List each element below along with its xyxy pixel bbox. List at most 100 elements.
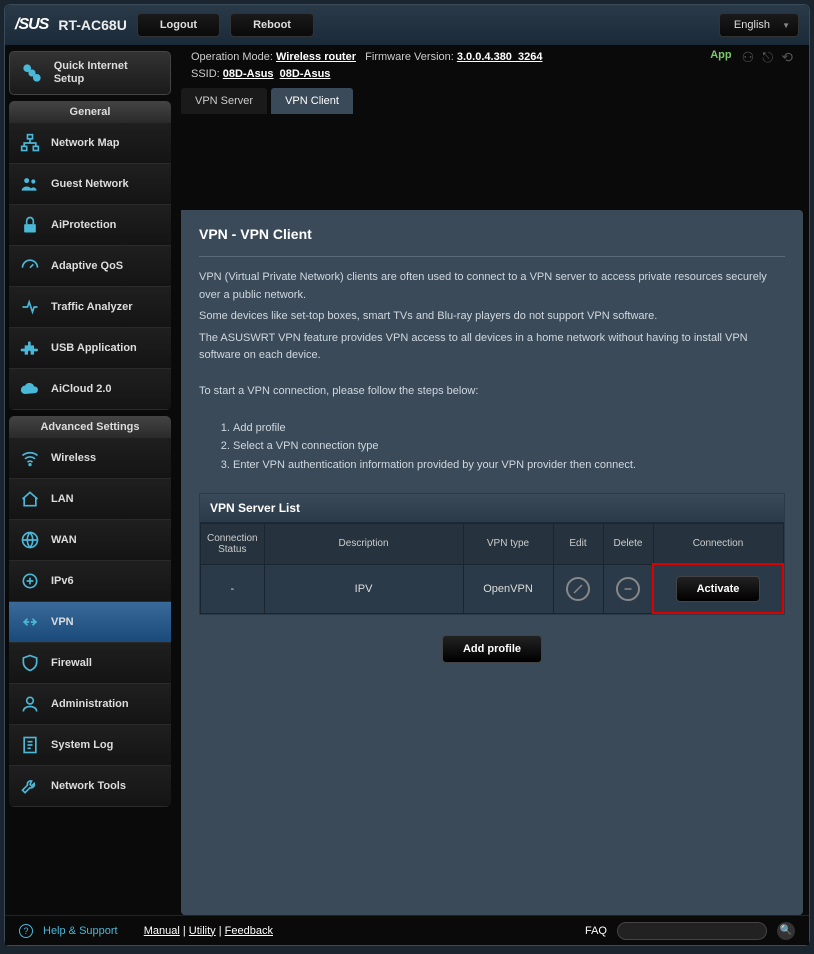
- th-type: VPN type: [463, 523, 553, 564]
- nav-advanced: Advanced Settings Wireless LAN WAN IPv6: [9, 416, 171, 807]
- faq-label: FAQ: [585, 925, 607, 937]
- log-icon: [19, 734, 41, 756]
- main-panel: VPN - VPN Client VPN (Virtual Private Ne…: [181, 210, 803, 915]
- nav-label: Adaptive QoS: [51, 260, 123, 272]
- lock-icon: [19, 214, 41, 236]
- nav-label: Guest Network: [51, 178, 129, 190]
- ssid1-link[interactable]: 08D-Asus: [223, 68, 274, 80]
- step-item: Select a VPN connection type: [233, 437, 785, 456]
- reboot-button[interactable]: Reboot: [230, 13, 314, 37]
- steps-intro: To start a VPN connection, please follow…: [199, 383, 785, 401]
- step-item: Add profile: [233, 419, 785, 438]
- sidebar-item-guest-network[interactable]: Guest Network: [9, 164, 171, 205]
- traffic-icon: [19, 296, 41, 318]
- add-profile-button[interactable]: Add profile: [442, 635, 542, 663]
- th-delete: Delete: [603, 523, 653, 564]
- activate-button[interactable]: Activate: [676, 576, 761, 602]
- quick-internet-setup[interactable]: Quick Internet Setup: [9, 51, 171, 95]
- nav-general: General Network Map Guest Network AiProt…: [9, 101, 171, 410]
- sidebar-item-traffic-analyzer[interactable]: Traffic Analyzer: [9, 287, 171, 328]
- sidebar-item-ipv6[interactable]: IPv6: [9, 561, 171, 602]
- nav-label: Wireless: [51, 452, 96, 464]
- nav-label: AiProtection: [51, 219, 116, 231]
- sidebar-item-aiprotection[interactable]: AiProtection: [9, 205, 171, 246]
- cell-desc: IPV: [264, 564, 463, 613]
- ssid2-link[interactable]: 08D-Asus: [280, 68, 331, 80]
- sidebar-item-administration[interactable]: Administration: [9, 684, 171, 725]
- home-icon: [19, 488, 41, 510]
- feedback-link[interactable]: Feedback: [225, 925, 273, 937]
- sidebar-item-wireless[interactable]: Wireless: [9, 438, 171, 479]
- nav-label: AiCloud 2.0: [51, 383, 112, 395]
- sidebar-item-network-map[interactable]: Network Map: [9, 123, 171, 164]
- sidebar-item-network-tools[interactable]: Network Tools: [9, 766, 171, 807]
- content-area: Operation Mode: Wireless router Firmware…: [175, 45, 809, 915]
- utility-link[interactable]: Utility: [189, 925, 216, 937]
- sidebar-item-adaptive-qos[interactable]: Adaptive QoS: [9, 246, 171, 287]
- ipv6-icon: [19, 570, 41, 592]
- th-desc: Description: [264, 523, 463, 564]
- op-mode-link[interactable]: Wireless router: [276, 51, 356, 63]
- status-icons: ⚇ ⎋ ⟲: [742, 49, 793, 66]
- brand-logo: /SUS: [15, 16, 48, 34]
- intro-para-3: The ASUSWRT VPN feature provides VPN acc…: [199, 330, 785, 365]
- app-link[interactable]: App: [710, 49, 731, 61]
- vpn-server-table: VPN Server List Connection Status Descri…: [199, 493, 785, 616]
- sidebar-item-usb-application[interactable]: USB Application: [9, 328, 171, 369]
- intro-para-1: VPN (Virtual Private Network) clients ar…: [199, 269, 785, 304]
- client-icon[interactable]: ⚇: [742, 49, 755, 66]
- page-title: VPN - VPN Client: [199, 226, 785, 242]
- users-icon: [19, 173, 41, 195]
- intro-para-2: Some devices like set-top boxes, smart T…: [199, 308, 785, 326]
- sidebar-item-aicloud[interactable]: AiCloud 2.0: [9, 369, 171, 410]
- nav-label: Network Map: [51, 137, 119, 149]
- nav-label: Firewall: [51, 657, 92, 669]
- nav-label: Network Tools: [51, 780, 126, 792]
- step-item: Enter VPN authentication information pro…: [233, 456, 785, 475]
- nav-label: System Log: [51, 739, 113, 751]
- usb-status-icon[interactable]: ⎋: [762, 49, 773, 66]
- cell-type: OpenVPN: [463, 564, 553, 613]
- search-button[interactable]: 🔍: [777, 922, 795, 940]
- wrench-icon: [19, 775, 41, 797]
- puzzle-icon: [19, 337, 41, 359]
- nav-label: USB Application: [51, 342, 137, 354]
- shield-icon: [19, 652, 41, 674]
- connect-icon[interactable]: ⟲: [781, 49, 793, 66]
- table-title: VPN Server List: [200, 494, 784, 523]
- quick-setup-label: Quick Internet Setup: [54, 60, 160, 86]
- nav-label: LAN: [51, 493, 74, 505]
- help-label: Help & Support: [43, 925, 118, 937]
- nav-label: IPv6: [51, 575, 74, 587]
- vpn-icon: [19, 611, 41, 633]
- sidebar-item-system-log[interactable]: System Log: [9, 725, 171, 766]
- manual-link[interactable]: Manual: [144, 925, 180, 937]
- firmware-link[interactable]: 3.0.0.4.380_3264: [457, 51, 543, 63]
- nav-label: Traffic Analyzer: [51, 301, 133, 313]
- delete-button[interactable]: [616, 577, 640, 601]
- globe-icon: [19, 529, 41, 551]
- sidebar-item-vpn[interactable]: VPN: [9, 602, 171, 643]
- faq-search-input[interactable]: [617, 922, 767, 940]
- wifi-icon: [19, 447, 41, 469]
- language-select[interactable]: English: [719, 13, 799, 37]
- gauge-icon: [19, 255, 41, 277]
- steps-list: Add profile Select a VPN connection type…: [233, 419, 785, 475]
- nav-label: WAN: [51, 534, 77, 546]
- help-icon[interactable]: ?: [19, 924, 33, 938]
- status-info: Operation Mode: Wireless router Firmware…: [191, 49, 543, 82]
- top-bar: /SUS RT-AC68U Logout Reboot English: [5, 5, 809, 45]
- th-connection: Connection: [653, 523, 783, 564]
- logout-button[interactable]: Logout: [137, 13, 220, 37]
- sidebar-item-lan[interactable]: LAN: [9, 479, 171, 520]
- th-edit: Edit: [553, 523, 603, 564]
- table-row: - IPV OpenVPN Activate: [201, 564, 784, 613]
- tab-row: VPN Server VPN Client: [181, 82, 803, 114]
- tab-vpn-server[interactable]: VPN Server: [181, 88, 267, 114]
- sidebar-item-wan[interactable]: WAN: [9, 520, 171, 561]
- edit-button[interactable]: [566, 577, 590, 601]
- nav-label: Administration: [51, 698, 129, 710]
- tab-vpn-client[interactable]: VPN Client: [271, 88, 353, 114]
- sidebar-item-firewall[interactable]: Firewall: [9, 643, 171, 684]
- cloud-icon: [19, 378, 41, 400]
